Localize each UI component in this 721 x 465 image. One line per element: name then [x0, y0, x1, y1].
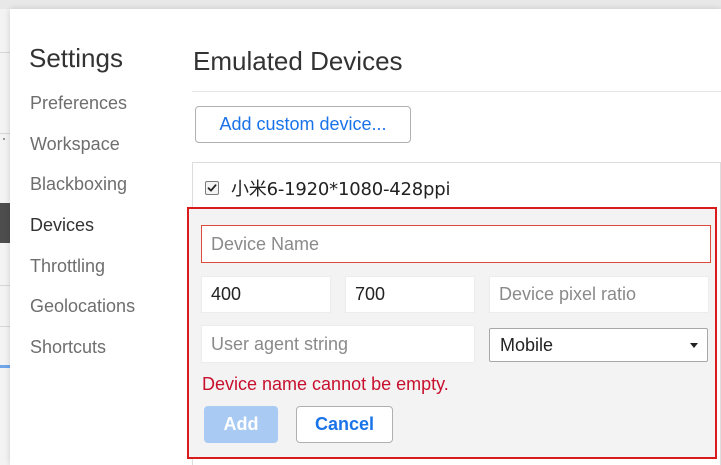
add-custom-device-button[interactable]: Add custom device... [195, 106, 411, 143]
sidebar-item-shortcuts[interactable]: Shortcuts [30, 333, 135, 374]
checkmark-icon [207, 184, 217, 192]
caret-down-icon [690, 343, 698, 348]
device-checkbox[interactable] [205, 181, 219, 195]
width-input[interactable] [201, 276, 331, 313]
devtools-selection-line [0, 365, 10, 368]
page-title: Emulated Devices [193, 46, 403, 76]
device-name-input[interactable] [201, 225, 711, 263]
devtools-dot [3, 138, 5, 140]
settings-title: Settings [29, 43, 123, 73]
devtools-divider [0, 52, 10, 53]
device-name-label: 小米6-1920*1080-428ppi [231, 179, 451, 200]
devtools-panel-indicator [0, 203, 10, 243]
device-pixel-ratio-input[interactable] [489, 276, 709, 313]
add-button[interactable]: Add [204, 406, 278, 443]
devtools-divider [0, 133, 10, 134]
cancel-button[interactable]: Cancel [296, 406, 393, 443]
user-agent-input[interactable] [201, 325, 475, 363]
sidebar-item-throttling[interactable]: Throttling [30, 252, 135, 293]
sidebar-item-devices[interactable]: Devices [30, 211, 135, 252]
sidebar-item-blackboxing[interactable]: Blackboxing [30, 170, 135, 211]
device-type-value: Mobile [500, 335, 554, 355]
sidebar-item-workspace[interactable]: Workspace [30, 130, 135, 171]
list-item[interactable]: 小米6-1920*1080-428ppi [205, 176, 450, 200]
height-input[interactable] [345, 276, 475, 313]
error-message: Device name cannot be empty. [202, 374, 449, 394]
title-divider [192, 91, 721, 92]
sidebar-item-geolocations[interactable]: Geolocations [30, 292, 135, 333]
device-editor-panel: Mobile Device name cannot be empty. Add … [187, 207, 717, 459]
sidebar-item-preferences[interactable]: Preferences [30, 89, 135, 130]
settings-sidebar: Preferences Workspace Blackboxing Device… [30, 89, 135, 374]
devtools-divider [0, 326, 10, 327]
device-type-select[interactable]: Mobile [489, 328, 708, 362]
devtools-divider [0, 285, 10, 286]
